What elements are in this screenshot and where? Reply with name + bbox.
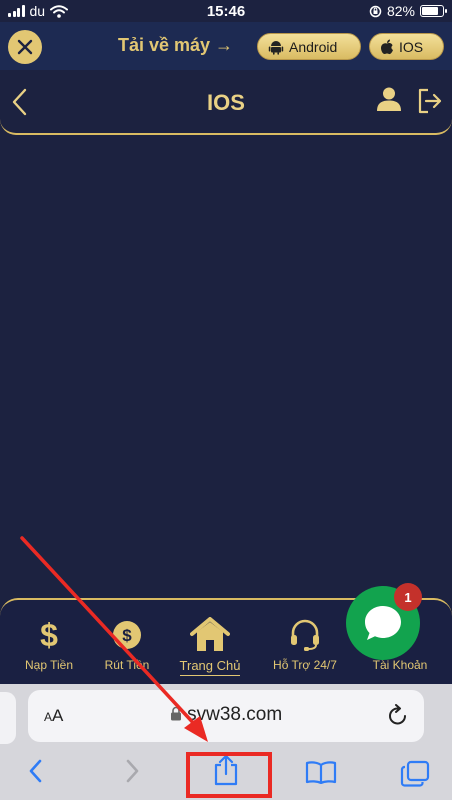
chat-badge: 1 <box>394 583 422 611</box>
share-highlight-box <box>186 752 272 798</box>
close-icon <box>17 39 33 55</box>
chevron-left-icon <box>29 759 42 783</box>
ios-download-button[interactable]: IOS <box>369 33 444 60</box>
dollar-icon: $ <box>40 618 58 652</box>
nav-support-label: Hỗ Trợ 24/7 <box>273 658 337 672</box>
battery-percent: 82% <box>386 3 415 19</box>
url-display[interactable]: svw38.com <box>28 704 424 726</box>
coin-icon: $ <box>113 621 141 649</box>
tabs-button[interactable] <box>400 760 430 793</box>
user-button[interactable] <box>376 86 402 117</box>
svg-text:$: $ <box>40 618 58 652</box>
download-label: Tải về máy → <box>118 35 234 55</box>
home-icon <box>190 617 230 651</box>
chat-icon <box>365 606 401 640</box>
apple-icon <box>381 39 393 54</box>
battery-icon <box>420 5 447 17</box>
close-banner-button[interactable] <box>8 30 42 64</box>
android-label: Android <box>289 38 338 55</box>
previous-tab-stub[interactable] <box>0 692 16 744</box>
browser-back-button[interactable] <box>26 758 46 789</box>
orientation-lock-icon <box>369 5 382 17</box>
user-icon <box>377 87 401 111</box>
browser-forward-button[interactable] <box>122 758 142 789</box>
nav-home-label: Trang Chủ <box>179 658 241 676</box>
tabs-icon <box>400 760 430 787</box>
main-content <box>0 137 452 597</box>
headset-icon <box>291 619 319 651</box>
svg-text:$: $ <box>122 626 132 645</box>
book-icon <box>305 761 337 785</box>
nav-withdraw-label: Rút Tiền <box>104 658 150 672</box>
screen: du 15:46 82% Tải về máy → Android IOS IO… <box>0 0 452 800</box>
status-right: 82% <box>369 3 447 19</box>
ios-label: IOS <box>399 38 424 55</box>
chevron-right-icon <box>126 759 139 783</box>
nav-home[interactable]: Trang Chủ <box>165 617 255 676</box>
nav-support[interactable]: Hỗ Trợ 24/7 <box>260 618 350 672</box>
address-bar[interactable]: AA svw38.com <box>28 690 424 742</box>
nav-deposit[interactable]: $ Nạp Tiền <box>4 618 94 672</box>
nav-deposit-label: Nạp Tiền <box>24 658 74 672</box>
page-header: IOS <box>0 70 452 135</box>
download-banner: Tải về máy → Android IOS <box>0 22 452 70</box>
logout-icon <box>418 88 442 114</box>
lock-icon <box>170 706 181 721</box>
battery-fill <box>422 7 439 15</box>
nav-withdraw[interactable]: $ Rút Tiền <box>82 618 172 672</box>
reload-button[interactable] <box>388 704 408 731</box>
status-bar: du 15:46 82% <box>0 0 452 22</box>
reload-icon <box>389 704 406 725</box>
nav-account-label: Tài Khoản <box>372 658 428 672</box>
android-download-button[interactable]: Android <box>257 33 361 60</box>
android-icon <box>268 40 284 55</box>
url-text: svw38.com <box>187 704 283 725</box>
logout-button[interactable] <box>417 88 443 119</box>
bookmarks-button[interactable] <box>305 760 337 789</box>
